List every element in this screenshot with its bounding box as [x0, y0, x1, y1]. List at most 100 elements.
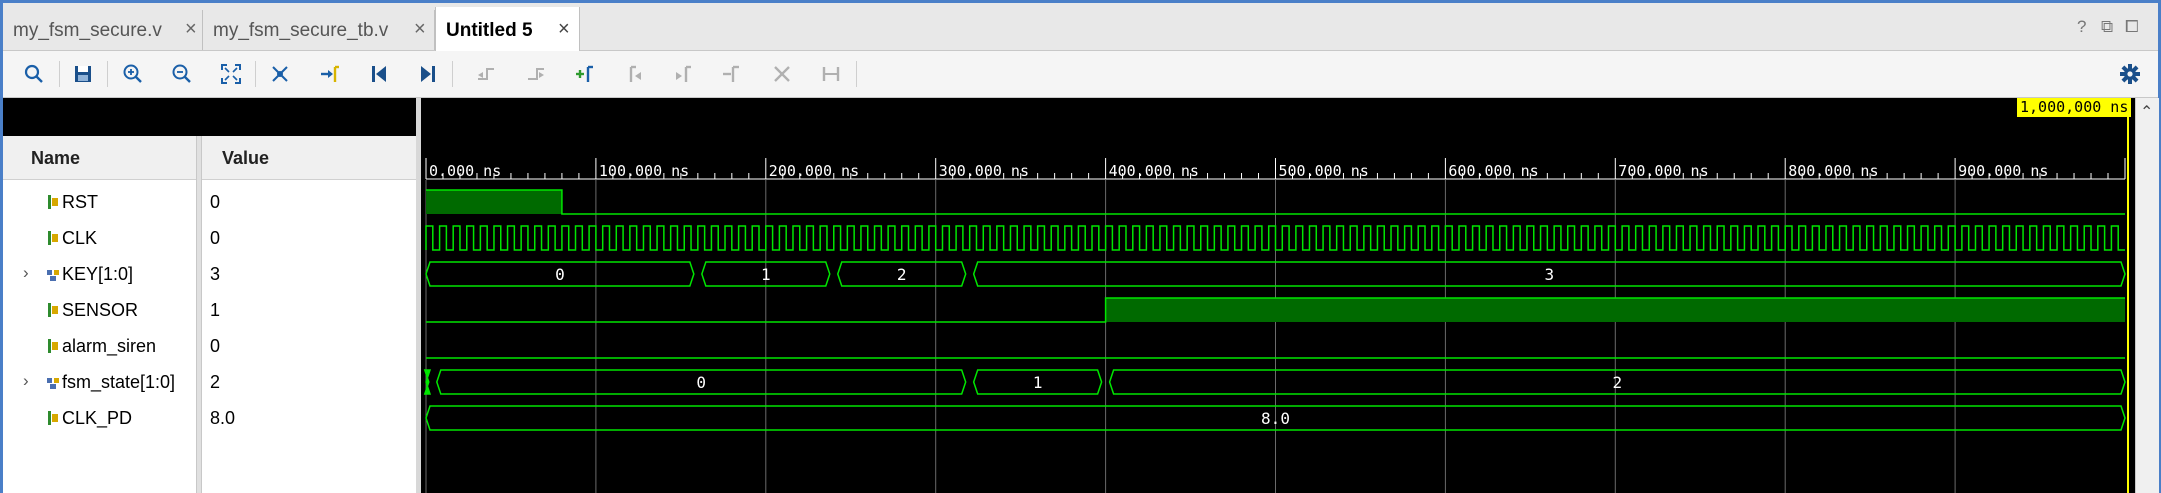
signal-value-row[interactable]: 0	[202, 328, 416, 364]
value-header-label: Value	[222, 148, 270, 168]
zoom-out-icon[interactable]	[168, 60, 196, 88]
next-transition-icon[interactable]	[522, 60, 550, 88]
signal-name: SENSOR	[62, 300, 139, 320]
snap-icon[interactable]	[817, 60, 845, 88]
time-header-spacer	[3, 98, 416, 136]
chevron-right-icon[interactable]: ›	[23, 371, 29, 391]
name-column-header[interactable]: Name	[3, 136, 196, 180]
bus-signal-icon	[46, 374, 60, 395]
chevron-up-icon[interactable]: ⌃	[2140, 102, 2153, 122]
close-icon[interactable]: ×	[414, 18, 426, 41]
key-value-label: 3	[1545, 265, 1555, 284]
name-column: RST CLK › KEY[1:0] SENSOR alarm_siren › fsm_sta…	[3, 180, 196, 493]
real-signal-icon	[46, 410, 60, 431]
bus-signal-icon	[46, 266, 60, 287]
previous-marker-icon[interactable]	[620, 60, 648, 88]
time-tick-label: 900.000 ns	[1958, 162, 2048, 180]
signal-name: fsm_state[1:0]	[62, 372, 176, 392]
waveform-canvas: 0.000 ns 100.000 ns 200.000 ns 300.000 ns 40…	[423, 98, 2129, 493]
signal-value: 8.0	[210, 408, 236, 428]
next-marker-icon[interactable]	[669, 60, 697, 88]
signal-value: 2	[210, 372, 221, 392]
signal-row[interactable]: RST	[3, 184, 196, 220]
time-tick-label: 600.000 ns	[1448, 162, 1538, 180]
signal-row[interactable]: SENSOR	[3, 292, 196, 328]
key-value-label: 2	[897, 265, 907, 284]
add-marker-icon[interactable]	[571, 60, 599, 88]
signal-value-row[interactable]: 2	[202, 364, 416, 400]
zoom-fit-icon[interactable]	[217, 60, 245, 88]
signal-value-row[interactable]: 0	[202, 220, 416, 256]
signal-name: RST	[62, 192, 98, 212]
rst-high-fill	[426, 190, 562, 214]
signal-value-row[interactable]: 3	[202, 256, 416, 292]
signal-value-row[interactable]: 1	[202, 292, 416, 328]
bit-signal-icon	[46, 302, 60, 323]
tab-my-fsm-secure-v[interactable]: my_fsm_secure.v ×	[3, 10, 203, 50]
restore-icon[interactable]: ⧉	[2101, 17, 2113, 37]
gear-icon[interactable]	[2116, 60, 2144, 88]
swap-cursor-icon[interactable]	[718, 60, 746, 88]
fsm-state-value-label: 1	[1033, 373, 1043, 392]
close-icon[interactable]: ×	[558, 18, 570, 41]
time-tick-label: 100.000 ns	[599, 162, 689, 180]
help-icon[interactable]: ?	[2077, 17, 2086, 37]
signal-value: 0	[210, 192, 221, 212]
signal-row[interactable]: CLK	[3, 220, 196, 256]
go-to-marker-icon[interactable]	[316, 60, 344, 88]
cursor-time-label: 1,000,000 ns	[2017, 98, 2132, 117]
signal-row[interactable]: › KEY[1:0]	[3, 256, 196, 292]
value-column: 0 0 3 1 0 2 8.0	[202, 180, 416, 493]
bit-signal-icon	[46, 194, 60, 215]
key-value-label: 0	[555, 265, 565, 284]
delete-marker-icon[interactable]	[768, 60, 796, 88]
signal-row[interactable]: CLK_PD	[3, 400, 196, 436]
fsm-state-value-label: 0	[696, 373, 706, 392]
time-tick-label: 0.000 ns	[429, 162, 501, 180]
toolbar	[3, 51, 2158, 98]
clk-trace	[425, 225, 2125, 251]
waveform-view[interactable]: 0.000 ns 100.000 ns 200.000 ns 300.000 ns 40…	[421, 98, 2135, 493]
go-to-start-icon[interactable]	[365, 60, 393, 88]
vertical-scrollbar[interactable]: ⌃	[2135, 98, 2159, 493]
go-to-end-icon[interactable]	[414, 60, 442, 88]
save-icon[interactable]	[69, 60, 97, 88]
signal-value: 0	[210, 228, 221, 248]
signal-value-row[interactable]: 8.0	[202, 400, 416, 436]
time-tick-label: 500.000 ns	[1279, 162, 1369, 180]
chevron-right-icon[interactable]: ›	[23, 263, 29, 283]
float-icon[interactable]: ⧠	[2125, 17, 2139, 37]
fsm-state-segment	[423, 369, 432, 395]
value-column-header[interactable]: Value	[202, 136, 416, 180]
tab-label: Untitled 5	[446, 20, 533, 41]
signal-value: 3	[210, 264, 221, 284]
time-tick-label: 400.000 ns	[1109, 162, 1199, 180]
time-tick-label: 200.000 ns	[769, 162, 859, 180]
signal-row[interactable]: alarm_siren	[3, 328, 196, 364]
signal-name: CLK_PD	[62, 408, 133, 428]
name-header-label: Name	[31, 148, 81, 168]
key-value-label: 1	[761, 265, 771, 284]
zoom-in-icon[interactable]	[119, 60, 147, 88]
marker-go-icon[interactable]	[266, 60, 294, 88]
signal-list-panel: Name Value RST CLK › KEY[1:0] SENSOR alarm_si…	[3, 98, 416, 493]
signal-row[interactable]: › fsm_state[1:0]	[3, 364, 196, 400]
bit-signal-icon	[46, 230, 60, 251]
signal-value-row[interactable]: 0	[202, 184, 416, 220]
tab-bar: my_fsm_secure.v × my_fsm_secure_tb.v × U…	[3, 3, 2158, 51]
previous-transition-icon[interactable]	[472, 60, 500, 88]
time-tick-label: 300.000 ns	[939, 162, 1029, 180]
tab-my-fsm-secure-tb-v[interactable]: my_fsm_secure_tb.v ×	[203, 10, 435, 50]
tab-untitled-5[interactable]: Untitled 5 ×	[435, 7, 580, 51]
signal-value: 0	[210, 336, 221, 356]
close-icon[interactable]: ×	[185, 18, 197, 41]
fsm-state-value-label: 2	[1612, 373, 1622, 392]
clk-pd-value-label: 8.0	[1261, 409, 1290, 428]
time-tick-label: 800.000 ns	[1788, 162, 1878, 180]
sensor-high-fill	[1105, 298, 2125, 322]
signal-name: alarm_siren	[62, 336, 157, 356]
signal-value: 1	[210, 300, 221, 320]
search-icon[interactable]	[20, 60, 48, 88]
tab-label: my_fsm_secure.v	[13, 20, 162, 41]
tab-label: my_fsm_secure_tb.v	[213, 20, 389, 41]
